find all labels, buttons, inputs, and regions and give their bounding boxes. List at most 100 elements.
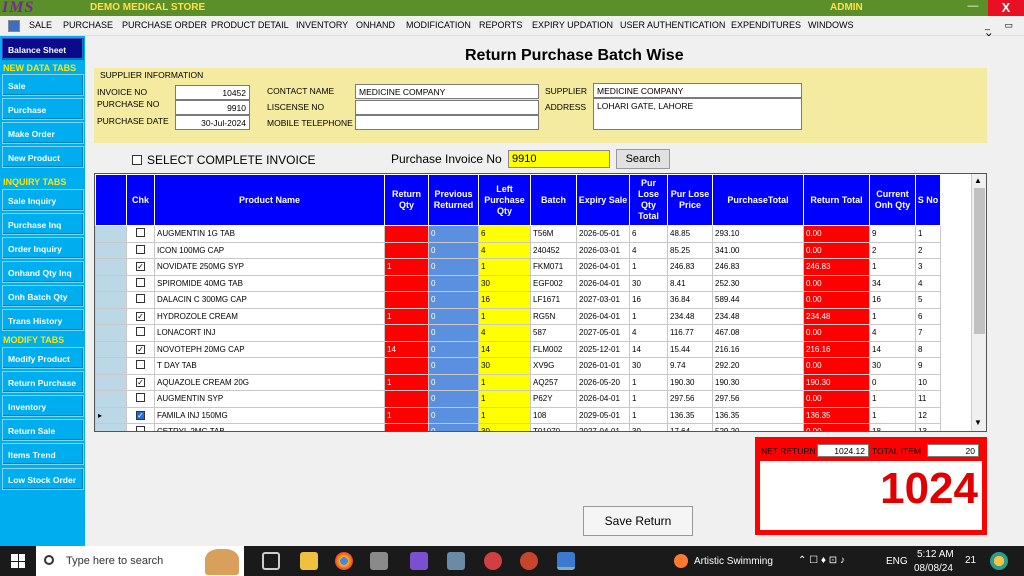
product-name-cell[interactable]: T DAY TAB	[154, 357, 385, 375]
table-row[interactable]: DALACIN C 300MG CAP 0 16 LF1671 2027-03-01 16…	[95, 291, 941, 309]
chrome-icon[interactable]	[335, 552, 353, 570]
col-header-return-total[interactable]: Return Total	[803, 174, 870, 226]
invoice-no-field[interactable]: 10452	[175, 85, 250, 100]
row-header[interactable]: ▸	[95, 406, 127, 424]
row-checkbox-cell[interactable]: ✓	[126, 406, 155, 424]
sidebar-item-low-stock-order[interactable]: Low Stock Order	[2, 468, 84, 490]
browser-icon[interactable]	[484, 552, 502, 570]
purchase-no-field[interactable]: 9910	[175, 100, 250, 115]
menu-windows[interactable]: WINDOWS	[808, 20, 854, 30]
ret-cell[interactable]	[384, 225, 429, 243]
sidebar-item-order-inquiry[interactable]: Order Inquiry	[2, 237, 84, 259]
row-checkbox-cell[interactable]	[126, 291, 155, 309]
col-header-product-name[interactable]: Product Name	[154, 174, 385, 226]
row-checkbox[interactable]	[136, 426, 145, 431]
clock-time[interactable]: 5:12 AM	[917, 549, 954, 560]
row-checkbox[interactable]	[136, 393, 145, 403]
sidebar-item-trans-history[interactable]: Trans History	[2, 309, 84, 331]
row-checkbox-cell[interactable]: ✓	[126, 373, 155, 391]
sidebar-item-onhand-qty-inq[interactable]: Onhand Qty Inq	[2, 261, 84, 283]
search-button[interactable]: Search	[616, 149, 670, 169]
task-view-icon[interactable]	[262, 552, 280, 570]
ret-cell[interactable]	[384, 324, 429, 342]
col-header-pur-lose-price[interactable]: Pur Lose Price	[667, 174, 713, 226]
scroll-thumb[interactable]	[974, 188, 985, 334]
col-header-current-onh-qty[interactable]: Current Onh Qty	[869, 174, 916, 226]
sidebar-item-inventory[interactable]: Inventory	[2, 395, 84, 417]
col-header-chk[interactable]: Chk	[126, 174, 155, 226]
weather-text[interactable]: Artistic Swimming	[694, 556, 773, 567]
table-row[interactable]: ICON 100MG CAP 0 4 240452 2026-03-01 4 85.25 34…	[95, 241, 941, 259]
ret-cell[interactable]: 1	[384, 307, 429, 325]
row-header[interactable]	[95, 258, 127, 276]
ims-app-taskbar-icon[interactable]	[557, 552, 575, 570]
row-checkbox-cell[interactable]	[126, 390, 155, 408]
row-checkbox-cell[interactable]: ✓	[126, 307, 155, 325]
purchase-invoice-input[interactable]: 9910	[508, 150, 610, 168]
table-row[interactable]: ✓ HYDROZOLE CREAM 1 0 1 RG5N 2026-04-01 1 234.48…	[95, 307, 941, 325]
row-checkbox[interactable]	[136, 327, 145, 337]
row-checkbox-cell[interactable]	[126, 241, 155, 259]
purchase-date-field[interactable]: 30-Jul-2024	[175, 115, 250, 130]
row-checkbox[interactable]	[136, 244, 145, 254]
row-header[interactable]	[95, 241, 127, 259]
row-checkbox-cell[interactable]	[126, 357, 155, 375]
row-checkbox[interactable]	[136, 277, 145, 287]
table-row[interactable]: ✓ AQUAZOLE CREAM 20G 1 0 1 AQ257 2026-05-20 1 19…	[95, 373, 941, 391]
menu-inventory[interactable]: INVENTORY	[296, 20, 348, 30]
sidebar-item-sale[interactable]: Sale	[2, 74, 84, 96]
sidebar-item-sale-inquiry[interactable]: Sale Inquiry	[2, 189, 84, 211]
tray-icons[interactable]: ⌃ ☐ ♦ ⊡ ♪	[798, 555, 845, 566]
table-row[interactable]: T DAY TAB 0 30 XV9G 2026-01-01 30 9.74 292.20 0.…	[95, 357, 941, 375]
row-checkbox-cell[interactable]: ✓	[126, 340, 155, 358]
row-header[interactable]	[95, 324, 127, 342]
row-checkbox-cell[interactable]	[126, 274, 155, 292]
row-checkbox[interactable]	[136, 294, 145, 304]
table-row[interactable]: SPIROMIDE 40MG TAB 0 30 EGF002 2026-04-01 30 8…	[95, 274, 941, 292]
save-return-button[interactable]: Save Return	[583, 506, 693, 536]
visual-studio-icon[interactable]	[410, 552, 428, 570]
sidebar-item-return-purchase[interactable]: Return Purchase	[2, 371, 84, 393]
notification-count[interactable]: 21	[965, 555, 976, 566]
row-checkbox-cell[interactable]	[126, 324, 155, 342]
supplier-field[interactable]: MEDICINE COMPANY	[593, 83, 802, 98]
ret-cell[interactable]	[384, 291, 429, 309]
menu-modification[interactable]: MODIFICATION	[406, 20, 471, 30]
product-name-cell[interactable]: LONACORT INJ	[154, 324, 385, 342]
product-name-cell[interactable]: AUGMENTIN 1G TAB	[154, 225, 385, 243]
ret-cell[interactable]	[384, 423, 429, 431]
row-checkbox[interactable]: ✓	[136, 410, 145, 420]
ret-cell[interactable]: 1	[384, 406, 429, 424]
menu-expenditures[interactable]: EXPENDITURES	[731, 20, 801, 30]
row-checkbox[interactable]: ✓	[136, 377, 145, 387]
ret-cell[interactable]: 1	[384, 373, 429, 391]
contact-name-field[interactable]: MEDICINE COMPANY	[355, 84, 539, 99]
row-header[interactable]	[95, 373, 127, 391]
sidebar-item-modify-product[interactable]: Modify Product	[2, 347, 84, 369]
row-checkbox[interactable]	[136, 228, 145, 238]
menu-user-authentication[interactable]: USER AUTHENTICATION	[620, 20, 725, 30]
menu-product-detail[interactable]: PRODUCT DETAIL	[211, 20, 289, 30]
grid-vertical-scrollbar[interactable]: ▲ ▼	[971, 174, 986, 431]
sidebar-item-make-order[interactable]: Make Order	[2, 122, 84, 144]
row-checkbox-cell[interactable]	[126, 225, 155, 243]
product-name-cell[interactable]: CETRYL 2MG TAB	[154, 423, 385, 431]
sidebar-item-items-trend[interactable]: Items Trend	[2, 443, 84, 465]
sidebar-item-purchase[interactable]: Purchase	[2, 98, 84, 120]
table-row[interactable]: AUGMENTIN 1G TAB 0 6 T56M 2026-05-01 6 48.85 29…	[95, 225, 941, 243]
row-header[interactable]	[95, 423, 127, 431]
minimize-button[interactable]: —	[960, 0, 986, 16]
ret-cell[interactable]	[384, 274, 429, 292]
table-row[interactable]: AUGMENTIN SYP 0 1 P62Y 2026-04-01 1 297.56 297.…	[95, 390, 941, 408]
ret-cell[interactable]	[384, 390, 429, 408]
col-header-purchase-total[interactable]: PurchaseTotal	[712, 174, 804, 226]
product-name-cell[interactable]: ICON 100MG CAP	[154, 241, 385, 259]
ret-cell[interactable]: 14	[384, 340, 429, 358]
row-header[interactable]	[95, 340, 127, 358]
product-name-cell[interactable]: HYDROZOLE CREAM	[154, 307, 385, 325]
select-complete-invoice-checkbox[interactable]	[132, 155, 142, 165]
col-header-return-qty[interactable]: Return Qty	[384, 174, 429, 226]
col-header-expiry-sale[interactable]: Expiry Sale	[576, 174, 630, 226]
row-checkbox[interactable]	[136, 360, 145, 370]
sidebar-item-balance-sheet[interactable]: Balance Sheet	[2, 38, 84, 60]
